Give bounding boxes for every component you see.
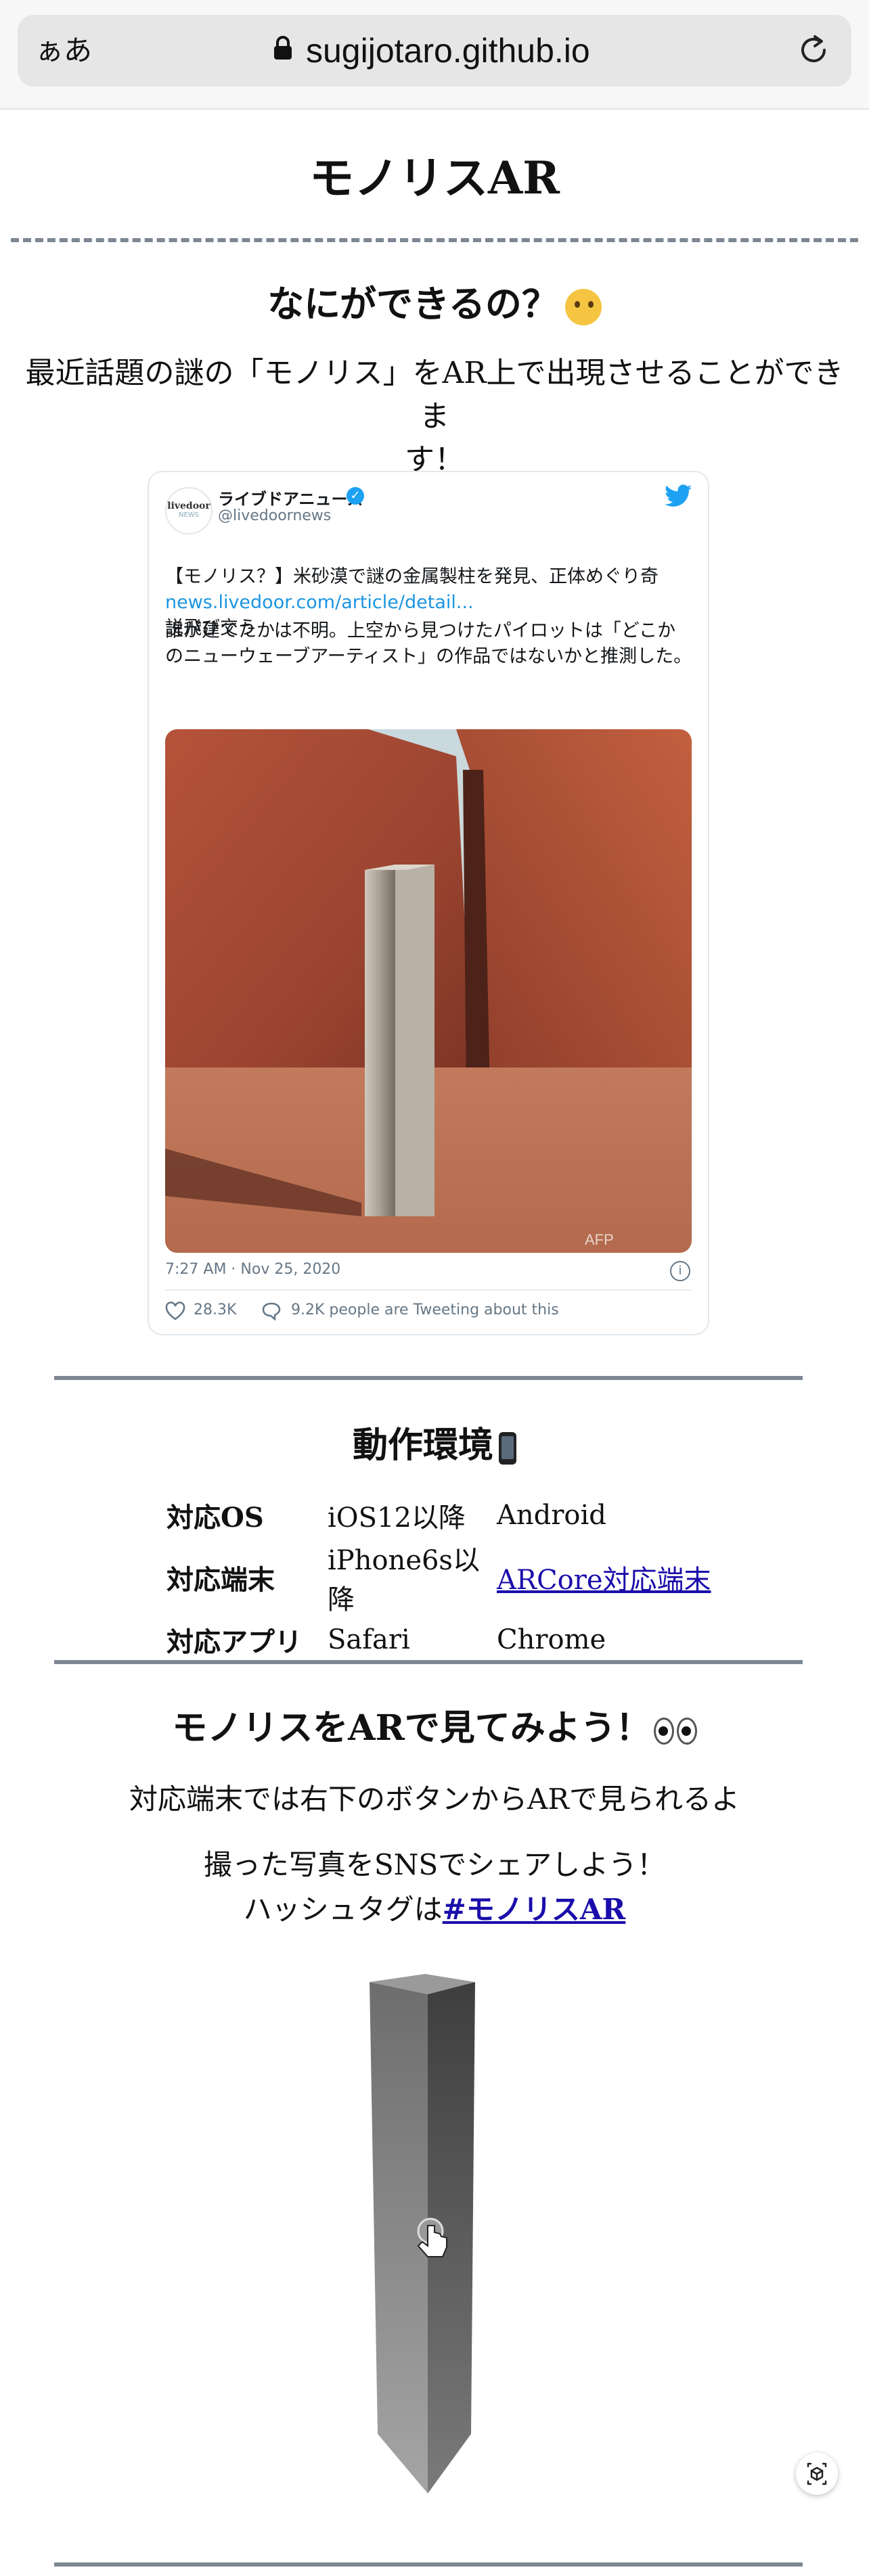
hashtag-line: ハッシュタグは#モノリスAR — [0, 1887, 869, 1932]
mobile-phone-icon — [499, 1431, 516, 1465]
reload-icon[interactable] — [795, 31, 832, 69]
comment-bubble-icon[interactable] — [261, 1302, 282, 1320]
intro-heading: なにができるの？ — [0, 274, 869, 327]
view-in-ar-button[interactable] — [796, 2453, 838, 2495]
avatar-logo-text: livedoor — [167, 501, 210, 511]
embedded-tweet[interactable]: livedoor NEWS ライブドアニュース ✓ @livedoornews … — [148, 471, 709, 1335]
env-heading-text: 動作環境 — [352, 1425, 493, 1466]
share-text: 撮った写真をSNSでシェアしよう！ ハッシュタグは#モノリスAR — [0, 1843, 869, 1932]
thinking-face-icon — [564, 288, 602, 325]
tweet-author-handle[interactable]: @livedoornews — [218, 507, 331, 524]
info-icon[interactable]: i — [670, 1261, 690, 1281]
lock-icon — [274, 36, 292, 60]
page-title: モノリスAR — [309, 152, 560, 204]
monolith-3d-model[interactable] — [365, 1974, 481, 2495]
like-count[interactable]: 28.3K — [194, 1302, 236, 1318]
intro-text-line1: 最近話題の謎の「モノリス」をAR上で出現させることができま — [25, 356, 844, 434]
env-ios: iPhone6s以降 — [328, 1545, 480, 1615]
monolith-desert-photo[interactable]: AFP — [165, 729, 692, 1253]
tweeting-count[interactable]: 9.2K people are Tweeting about this — [291, 1302, 559, 1318]
section-divider — [54, 1376, 803, 1380]
photo-watermark: AFP — [585, 1231, 614, 1248]
twitter-bird-icon[interactable] — [665, 484, 692, 507]
avatar[interactable]: livedoor NEWS — [165, 487, 213, 534]
tweet-text-line1: 【モノリス？】米砂漠で謎の金属製柱を発見、正体めぐり奇 — [165, 566, 659, 587]
env-label: 対応端末 — [166, 1564, 275, 1596]
table-row: 対応OS iOS12以降 Android — [166, 1492, 711, 1538]
eyes-icon — [653, 1717, 674, 1745]
section-divider — [54, 2562, 803, 2567]
eyes-icon — [676, 1717, 697, 1745]
share-line: 撮った写真をSNSでシェアしよう！ — [203, 1848, 666, 1881]
url-text[interactable]: sugijotaro.github.io — [306, 15, 590, 87]
text-size-button[interactable]: ぁあ — [35, 15, 92, 87]
tweet-author-name[interactable]: ライブドアニュース — [218, 486, 363, 509]
table-row: 対応端末 iPhone6s以降 ARCore対応端末 — [166, 1538, 711, 1617]
env-android-link: ARCore対応端末 — [497, 1538, 711, 1617]
intro-text: 最近話題の謎の「モノリス」をAR上で出現させることができま す！ — [20, 352, 849, 482]
env-heading: 動作環境 — [0, 1417, 869, 1467]
ar-heading: モノリスをARで見てみよう！ — [0, 1699, 869, 1750]
env-label: 対応アプリ — [166, 1626, 302, 1658]
hashtag-link[interactable]: #モノリスAR — [443, 1893, 626, 1926]
tweet-divider — [165, 1289, 692, 1291]
env-android: Android — [497, 1500, 606, 1531]
env-ios: iOS12以降 — [328, 1502, 466, 1534]
tweet-text-2: 誰が建てたかは不明。上空から見つけたパイロットは「どこかのニューウェーブアーティ… — [165, 620, 692, 667]
intro-heading-text: なにができるの？ — [267, 282, 558, 325]
ar-heading-text: モノリスをARで見てみよう！ — [172, 1707, 651, 1749]
table-row: 対応アプリ Safari Chrome — [166, 1617, 711, 1663]
avatar-logo-subtext: NEWS — [178, 511, 200, 519]
ar-instruction: 対応端末では右下のボタンからARで見られるよ — [129, 1782, 740, 1816]
section-divider — [54, 1660, 803, 1664]
dashed-divider — [11, 238, 858, 242]
arcore-devices-link[interactable]: ARCore対応端末 — [497, 1565, 711, 1596]
env-ios: Safari — [328, 1624, 410, 1655]
heart-icon[interactable] — [165, 1302, 185, 1320]
env-android: Chrome — [497, 1624, 606, 1655]
hashtag-prefix: ハッシュタグは — [243, 1893, 443, 1926]
tweet-link[interactable]: news.livedoor.com/article/detail... — [165, 590, 693, 616]
env-label: 対応OS — [166, 1502, 264, 1534]
verified-badge-icon: ✓ — [347, 487, 364, 505]
env-table: 対応OS iOS12以降 Android 対応端末 iPhone6s以降 ARC… — [166, 1492, 711, 1663]
tweet-timestamp[interactable]: 7:27 AM · Nov 25, 2020 — [165, 1261, 340, 1278]
